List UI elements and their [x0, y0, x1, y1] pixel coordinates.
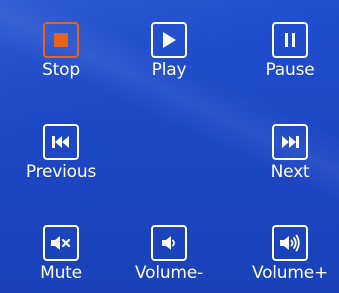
volume-up-label: Volume+	[251, 263, 329, 283]
pause-button-frame[interactable]	[272, 22, 308, 58]
mute-button[interactable]: Mute	[21, 225, 101, 293]
media-control-panel: Stop Play Pause Previous Next Mute Volum…	[0, 0, 339, 293]
stop-button-frame[interactable]	[43, 22, 79, 58]
pause-icon	[284, 33, 296, 47]
stop-button[interactable]: Stop	[21, 22, 101, 92]
play-button[interactable]: Play	[129, 22, 209, 92]
volume-up-icon	[280, 234, 300, 252]
mute-button-frame[interactable]	[43, 225, 79, 261]
previous-label: Previous	[25, 162, 97, 182]
volume-down-icon	[162, 235, 176, 251]
next-label: Next	[270, 162, 310, 182]
volume-down-button-frame[interactable]	[151, 225, 187, 261]
play-button-frame[interactable]	[151, 22, 187, 58]
stop-label: Stop	[42, 60, 80, 80]
previous-button-frame[interactable]	[43, 124, 79, 160]
stop-icon	[54, 33, 68, 47]
volume-up-button-frame[interactable]	[272, 225, 308, 261]
previous-button[interactable]: Previous	[21, 124, 101, 194]
volume-up-button[interactable]: Volume+	[250, 225, 330, 293]
mute-label: Mute	[40, 263, 82, 283]
play-label: Play	[151, 60, 187, 80]
pause-button[interactable]: Pause	[250, 22, 330, 92]
mute-icon	[51, 235, 71, 251]
pause-label: Pause	[265, 60, 315, 80]
volume-down-button[interactable]: Volume-	[129, 225, 209, 293]
next-button-frame[interactable]	[272, 124, 308, 160]
next-button[interactable]: Next	[250, 124, 330, 194]
skip-next-icon	[281, 136, 299, 148]
volume-down-label: Volume-	[135, 263, 203, 283]
skip-previous-icon	[52, 136, 70, 148]
play-icon	[162, 32, 176, 48]
